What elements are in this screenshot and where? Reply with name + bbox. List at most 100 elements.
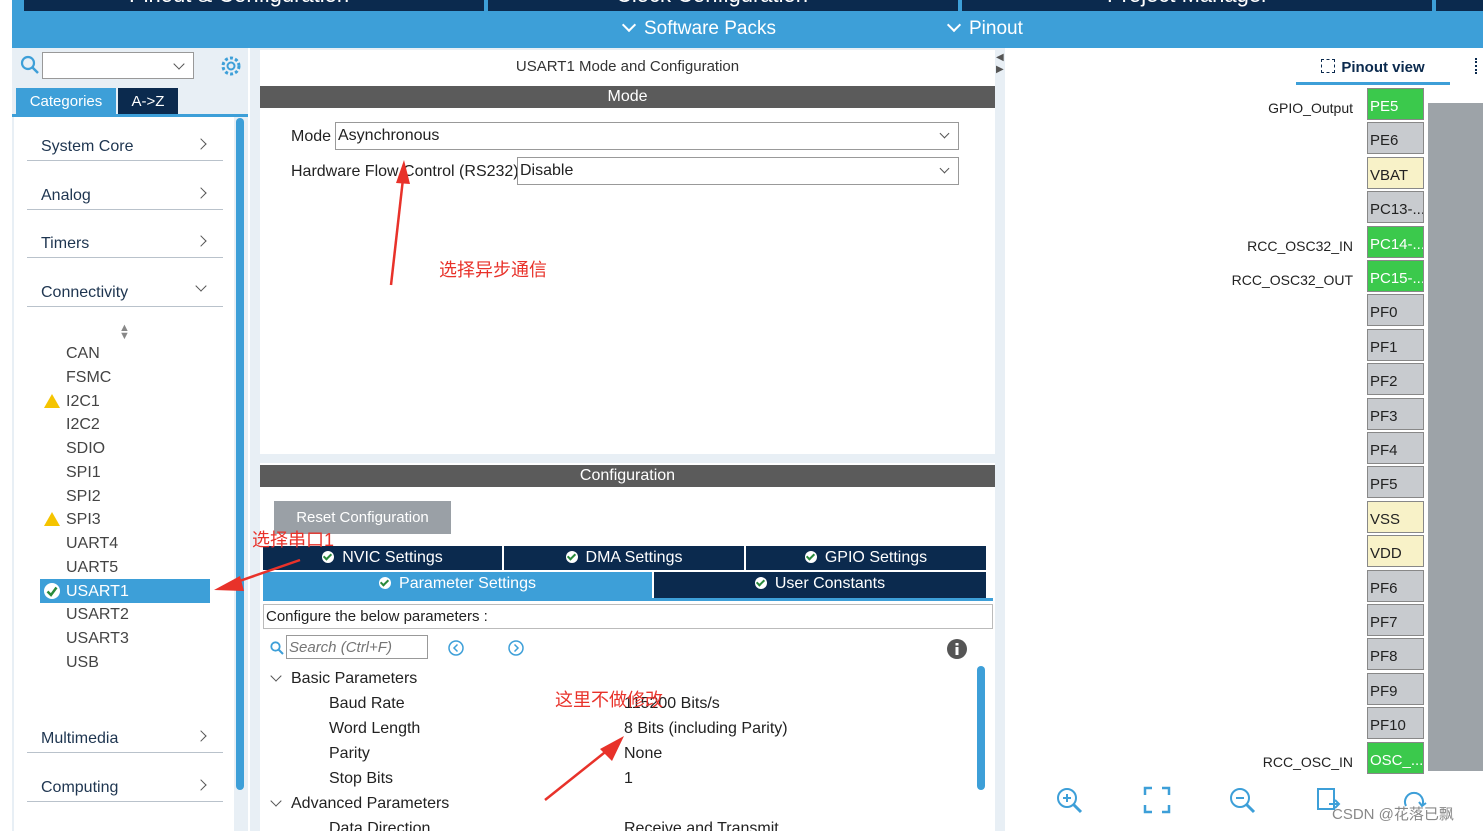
pinout-menu[interactable]: Pinout: [946, 17, 1023, 40]
pin-pf8[interactable]: PF8: [1367, 638, 1424, 670]
mcu-body: [1428, 103, 1483, 771]
annotation-async: 选择异步通信: [439, 260, 547, 280]
pin-pf6[interactable]: PF6: [1367, 570, 1424, 602]
pin-pf10[interactable]: PF10: [1367, 707, 1424, 739]
category-label: Computing: [41, 779, 119, 796]
category-system-core[interactable]: System Core: [27, 130, 223, 161]
pin-pf0[interactable]: PF0: [1367, 294, 1424, 326]
pin-pc14[interactable]: PC14-...: [1367, 226, 1424, 258]
pin-osc[interactable]: OSC_...: [1367, 742, 1424, 774]
pin-name: VDD: [1370, 545, 1402, 562]
tab-gpio-settings[interactable]: GPIO Settings: [746, 546, 986, 570]
tab-project-manager[interactable]: Project Manager: [962, 0, 1432, 11]
tab-a-z[interactable]: A->Z: [118, 88, 178, 115]
periph-spi1[interactable]: SPI1: [66, 464, 101, 482]
chevron-right-icon: [195, 235, 207, 247]
periph-can[interactable]: CAN: [66, 345, 100, 363]
tab-pinout-view[interactable]: Pinout view: [1296, 56, 1450, 85]
category-computing[interactable]: Computing: [27, 771, 223, 802]
gear-icon[interactable]: [219, 54, 243, 78]
tab-label: Clock Configuration: [616, 0, 808, 8]
clipped-param-row: Data Direction Receive and Transmit: [329, 820, 829, 831]
pin-pf7[interactable]: PF7: [1367, 604, 1424, 636]
fit-to-screen-icon[interactable]: [1143, 786, 1171, 814]
pin-name: PF7: [1370, 614, 1398, 631]
param-value[interactable]: 8 Bits (including Parity): [624, 720, 788, 738]
pin-pf1[interactable]: PF1: [1367, 329, 1424, 361]
pin-vss[interactable]: VSS: [1367, 501, 1424, 533]
tab-tools[interactable]: [1436, 0, 1483, 11]
next-result-icon[interactable]: [507, 639, 525, 657]
periph-i2c2[interactable]: I2C2: [66, 416, 100, 434]
periph-i2c1[interactable]: I2C1: [66, 393, 100, 411]
pin-vbat[interactable]: VBAT: [1367, 157, 1424, 189]
parameter-search-input[interactable]: [286, 635, 428, 659]
tab-parameter-settings[interactable]: Parameter Settings: [263, 572, 652, 598]
category-label: Timers: [41, 235, 90, 252]
periph-fsmc[interactable]: FSMC: [66, 369, 111, 387]
software-packs-menu[interactable]: Software Packs: [621, 17, 776, 40]
param-value[interactable]: None: [624, 745, 662, 763]
category-analog[interactable]: Analog: [27, 179, 223, 210]
tab-pinout-configuration[interactable]: Pinout & Configuration: [24, 0, 484, 11]
pin-pe5[interactable]: PE5: [1367, 88, 1424, 120]
left-scrollbar[interactable]: [236, 118, 244, 790]
advanced-parameters-section[interactable]: Advanced Parameters: [291, 795, 449, 813]
tab-categories[interactable]: Categories: [16, 88, 116, 115]
pin-name: PF4: [1370, 442, 1398, 459]
category-label: Multimedia: [41, 730, 119, 747]
check-icon: [565, 551, 578, 563]
zoom-out-icon[interactable]: [1228, 786, 1256, 814]
periph-spi3[interactable]: SPI3: [66, 511, 101, 529]
previous-result-icon[interactable]: [447, 639, 465, 657]
category-multimedia[interactable]: Multimedia: [27, 722, 223, 753]
software-packs-label: Software Packs: [644, 18, 776, 39]
system-view-icon[interactable]: [1475, 58, 1483, 74]
flow-control-select[interactable]: Disable: [517, 157, 959, 185]
tab-dma-settings[interactable]: DMA Settings: [504, 546, 744, 570]
param-value[interactable]: 1: [624, 770, 633, 788]
tab-label: Project Manager: [1107, 0, 1268, 8]
warning-icon: [44, 512, 60, 526]
pin-vdd[interactable]: VDD: [1367, 535, 1424, 567]
basic-parameters-section[interactable]: Basic Parameters: [291, 670, 417, 688]
pin-pe6[interactable]: PE6: [1367, 122, 1424, 154]
pin-name: PF8: [1370, 648, 1398, 665]
pin-name: VSS: [1370, 511, 1401, 528]
tab-user-constants[interactable]: User Constants: [654, 572, 986, 598]
periph-usart2[interactable]: USART2: [66, 606, 129, 624]
periph-usb[interactable]: USB: [66, 654, 99, 672]
tab-clock-configuration[interactable]: Clock Configuration: [488, 0, 958, 11]
periph-uart5[interactable]: UART5: [66, 559, 118, 577]
pin-pf3[interactable]: PF3: [1367, 398, 1424, 430]
tab-label: User Constants: [774, 575, 886, 592]
pin-pc13[interactable]: PC13-...: [1367, 191, 1424, 223]
chevron-right-icon: [195, 779, 207, 791]
pin-pf4[interactable]: PF4: [1367, 432, 1424, 464]
mode-select[interactable]: Asynchronous: [335, 122, 959, 150]
pin-pc15[interactable]: PC15-...: [1367, 260, 1424, 292]
zoom-in-icon[interactable]: [1055, 786, 1083, 814]
chevron-down-icon: [939, 128, 950, 139]
periph-usart3[interactable]: USART3: [66, 630, 129, 648]
periph-spi2[interactable]: SPI2: [66, 488, 101, 506]
periph-uart4[interactable]: UART4: [66, 535, 118, 553]
mode-header: Mode: [260, 86, 995, 108]
panel-title: USART1 Mode and Configuration: [515, 58, 740, 75]
param-label: Stop Bits: [329, 770, 394, 787]
param-label: Baud Rate: [329, 695, 405, 712]
category-search-combo[interactable]: [42, 52, 194, 79]
category-timers[interactable]: Timers: [27, 227, 223, 258]
pin-pf5[interactable]: PF5: [1367, 466, 1424, 498]
periph-usart1[interactable]: USART1: [66, 583, 129, 601]
pin-pf9[interactable]: PF9: [1367, 673, 1424, 705]
param-value[interactable]: Receive and Transmit: [624, 820, 779, 831]
category-connectivity[interactable]: Connectivity: [27, 276, 223, 307]
param-scrollbar[interactable]: [977, 666, 985, 790]
pin-name: PF9: [1370, 683, 1398, 700]
info-icon[interactable]: [946, 638, 968, 660]
pin-pf2[interactable]: PF2: [1367, 363, 1424, 395]
chevron-down-icon: [946, 17, 962, 33]
collapse-handle[interactable]: ◀ ▶: [996, 52, 1004, 92]
periph-sdio[interactable]: SDIO: [66, 440, 105, 458]
